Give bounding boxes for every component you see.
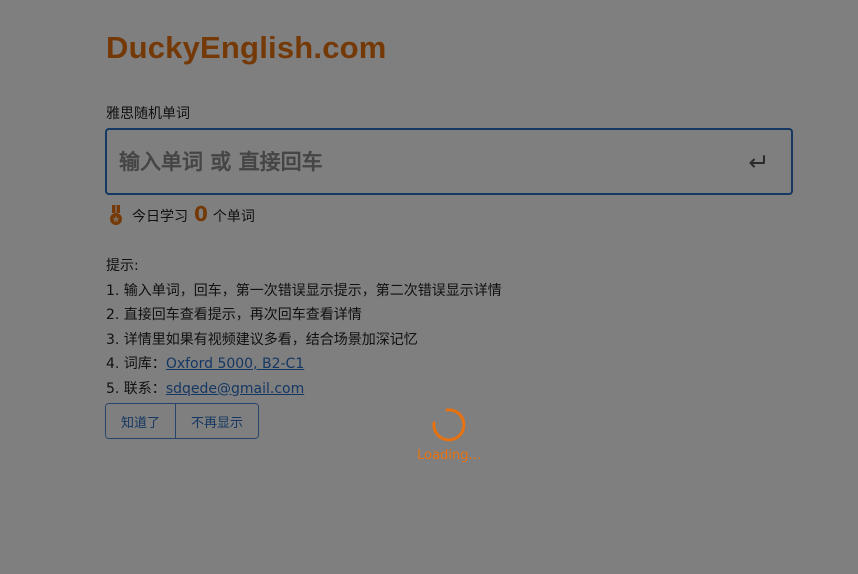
loading-overlay xyxy=(0,0,858,574)
spinner-icon xyxy=(432,408,466,442)
page: DuckyEnglish.com 雅思随机单词 今日学习 0 个单词 提示: 1… xyxy=(0,0,858,574)
loading-indicator: Loading... xyxy=(414,404,484,463)
loading-text: Loading... xyxy=(417,448,481,463)
